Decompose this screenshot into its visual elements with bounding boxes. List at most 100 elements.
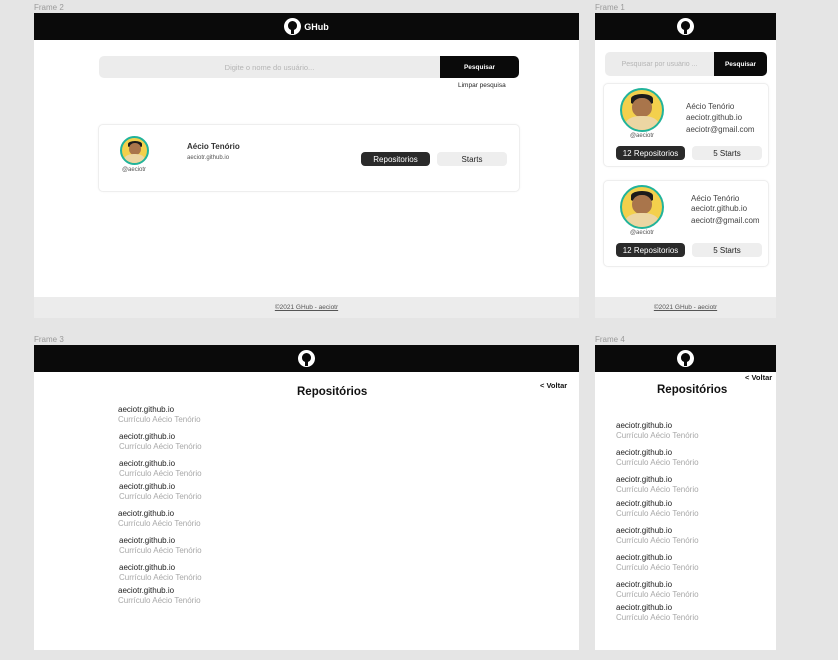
frame-3-label: Frame 3 [34,335,64,344]
back-link[interactable]: < Voltar [745,373,772,382]
repo-description: Currículo Aécio Tenório [118,596,201,605]
top-bar: GHub [34,13,579,40]
repo-item[interactable]: aeciotr.github.io Currículo Aécio Tenóri… [616,499,699,519]
repo-name: aeciotr.github.io [616,603,673,612]
user-handle: @aeciotr [629,230,655,236]
github-logo-icon [677,350,694,367]
repo-description: Currículo Aécio Tenório [616,536,699,545]
top-bar [595,345,776,372]
repo-item[interactable]: aeciotr.github.io Currículo Aécio Tenóri… [616,553,699,573]
repo-name: aeciotr.github.io [616,580,673,589]
repo-name: aeciotr.github.io [119,432,176,441]
frame-2-desktop-search: GHub Pesquisar Limpar pesquisa @aeciotr … [34,13,579,318]
repo-description: Currículo Aécio Tenório [616,458,699,467]
repo-item[interactable]: aeciotr.github.io Currículo Aécio Tenóri… [119,536,202,556]
user-name: Aécio Tenório [691,194,740,203]
repo-item[interactable]: aeciotr.github.io Currículo Aécio Tenóri… [616,421,699,441]
user-link[interactable]: aeciotr.github.io [686,113,742,122]
user-name: Aécio Tenório [187,142,240,151]
repo-name: aeciotr.github.io [119,482,176,491]
github-logo-icon [284,18,302,35]
repo-name: aeciotr.github.io [616,526,673,535]
search-input[interactable] [99,56,440,78]
repo-description: Currículo Aécio Tenório [616,590,699,599]
repo-item[interactable]: aeciotr.github.io Currículo Aécio Tenóri… [616,580,699,600]
repo-name: aeciotr.github.io [616,475,673,484]
repo-description: Currículo Aécio Tenório [616,431,699,440]
footer: ©2021 GHub - aeciotr [34,297,579,318]
repo-description: Currículo Aécio Tenório [616,563,699,572]
user-handle: @aeciotr [629,133,655,139]
stars-button[interactable]: Starts [437,152,507,166]
page-title: Repositórios [657,384,728,396]
repo-item[interactable]: aeciotr.github.io Currículo Aécio Tenóri… [118,405,201,425]
repo-name: aeciotr.github.io [119,459,176,468]
repo-item[interactable]: aeciotr.github.io Currículo Aécio Tenóri… [119,482,202,502]
footer: ©2021 GHub - aeciotr [595,297,776,318]
frame-4-mobile-repositories: < Voltar Repositórios aeciotr.github.io … [595,345,776,650]
frame-2-label: Frame 2 [34,3,64,12]
user-link[interactable]: aeciotr.github.io [691,204,747,213]
repositories-button[interactable]: 12 Repositorios [616,243,685,257]
repo-name: aeciotr.github.io [119,563,176,572]
frame-4-label: Frame 4 [595,335,625,344]
repo-description: Currículo Aécio Tenório [118,415,201,424]
brand-name: GHub [304,21,329,32]
repo-name: aeciotr.github.io [118,509,175,518]
user-email: aeciotr@gmail.com [686,125,755,134]
frame-1-mobile-search: Pesquisar @aeciotr Aécio Tenório aeciotr… [595,13,776,318]
repo-name: aeciotr.github.io [118,586,175,595]
repositories-button[interactable]: 12 Repositorios [616,146,685,160]
repo-item[interactable]: aeciotr.github.io Currículo Aécio Tenóri… [119,563,202,583]
clear-search-link[interactable]: Limpar pesquisa [458,82,506,89]
repo-item[interactable]: aeciotr.github.io Currículo Aécio Tenóri… [616,475,699,495]
repo-description: Currículo Aécio Tenório [119,469,202,478]
repo-item[interactable]: aeciotr.github.io Currículo Aécio Tenóri… [118,509,201,529]
repo-description: Currículo Aécio Tenório [118,519,201,528]
user-card: @aeciotr Aécio Tenório aeciotr.github.io… [603,83,769,167]
repo-description: Currículo Aécio Tenório [616,509,699,518]
user-card: @aeciotr Aécio Tenório aeciotr.github.io… [603,180,769,267]
repo-description: Currículo Aécio Tenório [119,442,202,451]
repo-item[interactable]: aeciotr.github.io Currículo Aécio Tenóri… [616,526,699,546]
repo-description: Currículo Aécio Tenório [119,573,202,582]
repo-name: aeciotr.github.io [118,405,175,414]
repo-description: Currículo Aécio Tenório [616,613,699,622]
user-handle: @aeciotr [121,167,147,173]
repo-item[interactable]: aeciotr.github.io Currículo Aécio Tenóri… [616,603,699,623]
user-avatar [620,88,664,132]
github-logo-icon [298,350,315,367]
repo-description: Currículo Aécio Tenório [119,492,202,501]
repositories-button[interactable]: Repositorios [361,152,430,166]
user-link[interactable]: aeciotr.github.io [187,155,229,161]
frame-1-label: Frame 1 [595,3,625,12]
page-title: Repositórios [297,386,368,398]
user-avatar [120,136,149,165]
repo-item[interactable]: aeciotr.github.io Currículo Aécio Tenóri… [118,586,201,606]
repo-name: aeciotr.github.io [616,448,673,457]
frame-3-desktop-repositories: Repositórios < Voltar aeciotr.github.io … [34,345,579,650]
search-button[interactable]: Pesquisar [440,56,519,78]
top-bar [595,13,776,40]
user-name: Aécio Tenório [686,102,735,111]
user-email: aeciotr@gmail.com [691,216,760,225]
repo-description: Currículo Aécio Tenório [119,546,202,555]
repo-name: aeciotr.github.io [616,421,673,430]
user-avatar [620,185,664,229]
repo-name: aeciotr.github.io [616,499,673,508]
github-logo-icon [677,18,694,35]
back-link[interactable]: < Voltar [540,381,567,390]
repo-item[interactable]: aeciotr.github.io Currículo Aécio Tenóri… [119,459,202,479]
search-bar: Pesquisar [99,56,519,78]
search-button[interactable]: Pesquisar [714,52,767,76]
user-card: @aeciotr Aécio Tenório aeciotr.github.io… [98,124,520,192]
top-bar [34,345,579,372]
stars-button[interactable]: 5 Starts [692,243,762,257]
search-input[interactable] [605,52,714,76]
repo-description: Currículo Aécio Tenório [616,485,699,494]
repo-item[interactable]: aeciotr.github.io Currículo Aécio Tenóri… [119,432,202,452]
repo-item[interactable]: aeciotr.github.io Currículo Aécio Tenóri… [616,448,699,468]
stars-button[interactable]: 5 Starts [692,146,762,160]
repo-name: aeciotr.github.io [616,553,673,562]
search-bar: Pesquisar [605,52,767,76]
